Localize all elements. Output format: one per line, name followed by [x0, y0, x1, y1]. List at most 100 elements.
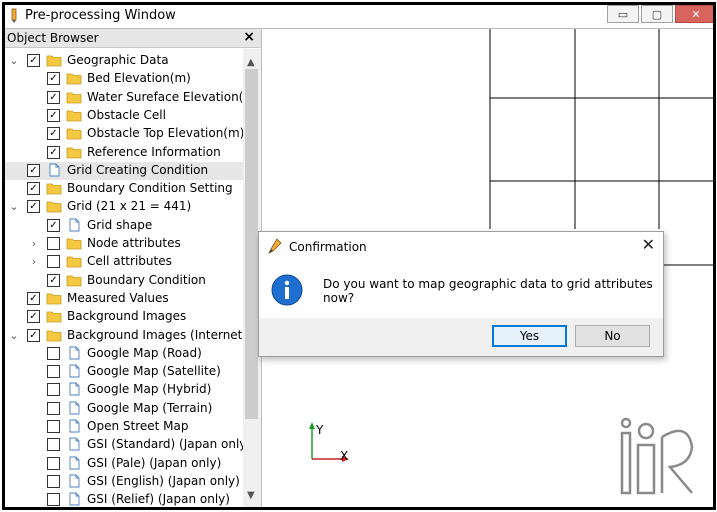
visibility-checkbox[interactable]: ✓ — [27, 291, 40, 305]
visibility-checkbox[interactable]: ✓ — [47, 218, 60, 232]
tree-item[interactable]: Google Map (Satellite) — [5, 363, 243, 381]
no-button[interactable]: No — [575, 325, 650, 347]
tree-item-label: Background Images — [67, 309, 187, 324]
chevron-right-icon[interactable]: › — [29, 237, 39, 251]
object-browser-close-icon[interactable]: × — [243, 29, 255, 45]
chevron-down-icon[interactable]: ⌄ — [9, 54, 19, 68]
tree-item[interactable]: ✓ Background Images — [5, 308, 243, 326]
visibility-checkbox[interactable] — [47, 474, 60, 488]
document-icon — [69, 492, 80, 506]
window-title: Pre-processing Window — [25, 8, 176, 23]
visibility-checkbox[interactable] — [47, 365, 60, 379]
tree-item[interactable]: ✓ Reference Information — [5, 144, 243, 162]
dialog-message: Do you want to map geographic data to gr… — [323, 277, 653, 305]
document-icon — [49, 163, 60, 177]
maximize-icon: ▢ — [651, 7, 663, 21]
tree-item[interactable]: ✓ Boundary Condition — [5, 272, 243, 290]
folder-icon — [66, 256, 82, 268]
visibility-checkbox[interactable]: ✓ — [47, 90, 60, 104]
tree-item[interactable]: Google Map (Hybrid) — [5, 381, 243, 399]
chevron-right-icon[interactable]: › — [29, 255, 39, 269]
visibility-checkbox[interactable] — [47, 383, 60, 397]
visibility-checkbox[interactable]: ✓ — [47, 127, 60, 141]
tree-item[interactable]: ⌄ ✓ Grid (21 x 21 = 441) — [5, 198, 243, 216]
visibility-checkbox[interactable] — [47, 401, 60, 415]
close-icon: ✕ — [691, 7, 701, 21]
tree-item[interactable]: ✓ Water Sureface Elevation(... — [5, 89, 255, 107]
tree-item-label: GSI (English) (Japan only) — [87, 473, 240, 488]
visibility-checkbox[interactable]: ✓ — [27, 310, 40, 324]
visibility-checkbox[interactable]: ✓ — [47, 72, 60, 86]
pre-processing-window: Pre-processing Window ▭ ▢ ✕ Object Brows… — [2, 2, 716, 510]
tree-item[interactable]: Open Street Map — [5, 418, 243, 436]
tree-item[interactable]: ⌄ ✓ Background Images (Internet) — [5, 327, 247, 345]
tree-item[interactable]: ✓ Grid shape — [5, 217, 243, 235]
scroll-down-icon[interactable]: ▼ — [247, 490, 255, 501]
tree-item[interactable]: GSI (Pale) (Japan only) — [5, 455, 243, 473]
tree-item[interactable]: Google Map (Terrain) — [5, 400, 243, 418]
folder-icon — [46, 311, 62, 323]
folder-icon — [46, 330, 62, 341]
tree-item-label: Google Map (Road) — [87, 345, 202, 360]
tree-item-label: Open Street Map — [87, 419, 189, 433]
tree-item[interactable]: Google Map (Road) — [5, 345, 243, 363]
tree-item[interactable]: GSI (Relief) (Japan only) — [5, 491, 243, 507]
visibility-checkbox[interactable] — [47, 346, 60, 360]
minimize-icon: ▭ — [617, 7, 629, 21]
tree-item[interactable]: ✓ Obstacle Top Elevation(m) — [5, 125, 244, 143]
visibility-checkbox[interactable]: ✓ — [27, 328, 40, 342]
tree-item[interactable]: ✓ Bed Elevation(m) — [5, 70, 243, 88]
tree-item-label: Background Images (Internet) — [67, 327, 248, 342]
tree-item-label: Measured Values — [67, 290, 169, 305]
tree-item[interactable]: GSI (English) (Japan only) — [5, 473, 243, 491]
tree-item[interactable]: › Cell attributes — [5, 253, 243, 271]
visibility-checkbox[interactable] — [47, 493, 60, 507]
visibility-checkbox[interactable] — [47, 456, 60, 470]
confirmation-dialog: Confirmation ✕ Do you want to map geogra… — [258, 231, 664, 357]
visibility-checkbox[interactable]: ✓ — [27, 200, 40, 214]
tree-item-label: Google Map (Terrain) — [87, 400, 213, 415]
tree-item-label: Google Map (Hybrid) — [87, 382, 212, 397]
folder-icon — [66, 73, 82, 85]
tree-item[interactable]: ✓ Boundary Condition Setting — [5, 180, 243, 198]
visibility-checkbox[interactable] — [47, 420, 60, 433]
tree-item-label: Grid Creating Condition — [67, 162, 209, 177]
tree-item[interactable]: › Node attributes — [5, 235, 243, 253]
tree-item[interactable]: ✓ Obstacle Cell — [5, 107, 243, 125]
visibility-checkbox[interactable]: ✓ — [47, 108, 60, 122]
yes-button[interactable]: Yes — [492, 325, 567, 347]
object-browser-title: Object Browser — [7, 31, 99, 45]
tree-item[interactable]: ✓ Measured Values — [5, 290, 243, 308]
tree-item[interactable]: ⌄ ✓ Geographic Data — [5, 52, 243, 70]
document-icon — [69, 364, 80, 378]
chevron-down-icon[interactable]: ⌄ — [9, 329, 19, 343]
pencil-icon — [268, 238, 282, 254]
window-close-button[interactable]: ✕ — [675, 5, 713, 23]
tree-item-label: Google Map (Satellite) — [87, 364, 221, 379]
scroll-up-icon[interactable]: ▲ — [247, 57, 255, 68]
scroll-thumb[interactable] — [245, 69, 258, 419]
visibility-checkbox[interactable] — [47, 438, 60, 452]
visibility-checkbox[interactable] — [47, 237, 60, 250]
title-bar[interactable]: Pre-processing Window ▭ ▢ ✕ — [5, 5, 713, 28]
tree-item-label: GSI (Standard) (Japan only) — [87, 437, 252, 452]
chevron-down-icon[interactable]: ⌄ — [9, 200, 19, 214]
tree-item-label: Cell attributes — [87, 254, 172, 269]
maximize-button[interactable]: ▢ — [641, 5, 673, 23]
folder-icon — [46, 55, 62, 67]
dialog-close-icon[interactable]: ✕ — [642, 235, 655, 254]
axis-indicator — [309, 422, 349, 462]
visibility-checkbox[interactable] — [47, 255, 60, 269]
visibility-checkbox[interactable]: ✓ — [27, 163, 40, 177]
tree-item[interactable]: GSI (Standard) (Japan only) — [5, 436, 251, 454]
visibility-checkbox[interactable]: ✓ — [47, 145, 60, 159]
object-browser-panel: Object Browser × ⌄ ✓ Geographic Data ✓ Bed E… — [5, 29, 262, 507]
visibility-checkbox[interactable]: ✓ — [27, 54, 40, 67]
tree-item-label: Boundary Condition — [87, 272, 206, 287]
tree-item[interactable]: ✓ Grid Creating Condition — [5, 161, 243, 180]
visibility-checkbox[interactable]: ✓ — [27, 182, 40, 196]
minimize-button[interactable]: ▭ — [607, 5, 639, 23]
folder-icon — [46, 201, 62, 213]
document-icon — [69, 218, 80, 232]
visibility-checkbox[interactable]: ✓ — [47, 273, 60, 287]
